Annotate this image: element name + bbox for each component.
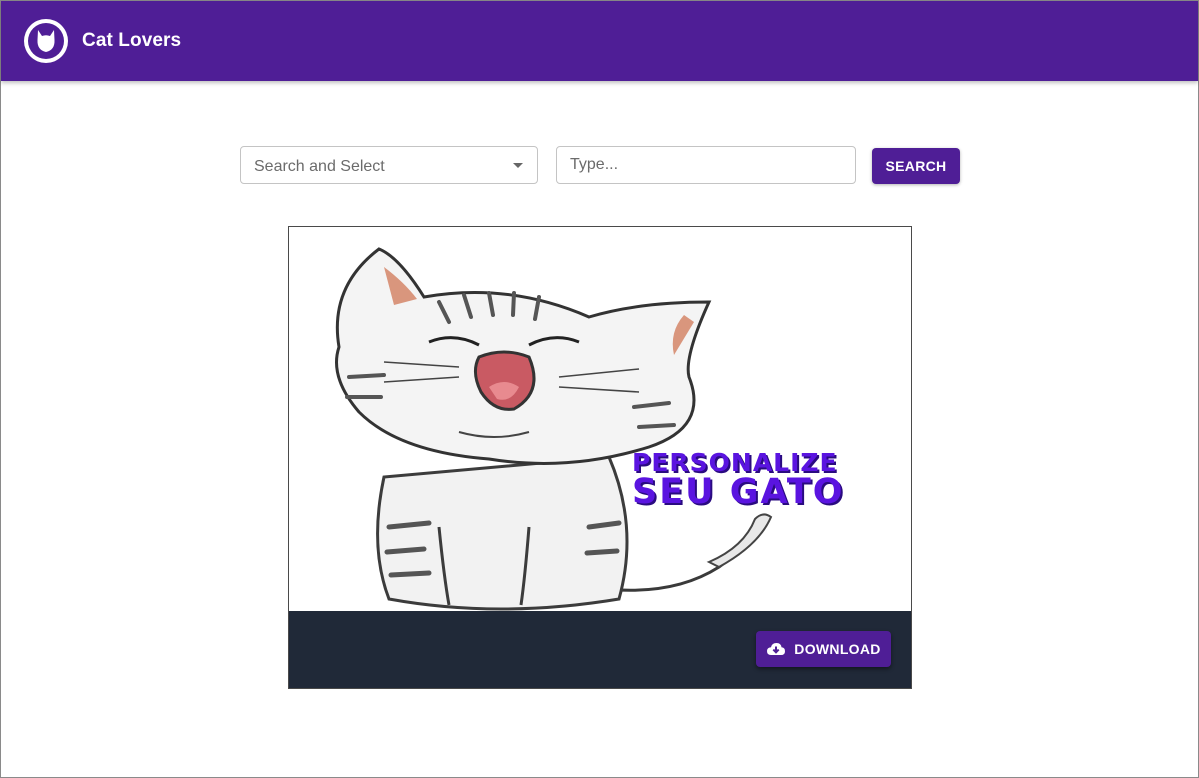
app-title: Cat Lovers xyxy=(82,30,182,51)
download-button[interactable]: DOWNLOAD xyxy=(756,631,891,667)
cat-illustration-icon xyxy=(335,247,773,611)
download-label: DOWNLOAD xyxy=(794,641,881,657)
search-button[interactable]: SEARCH xyxy=(872,148,960,184)
card-footer: DOWNLOAD xyxy=(289,611,911,688)
cat-logo-icon[interactable] xyxy=(24,19,68,63)
cat-image: PERSONALIZE SEU GATO xyxy=(289,227,911,611)
overlay-line-2: SEU GATO xyxy=(632,472,845,512)
cat-card: PERSONALIZE SEU GATO DOWNLOAD xyxy=(288,226,912,689)
app-bar: Cat Lovers xyxy=(1,1,1198,81)
chevron-down-icon[interactable] xyxy=(513,163,523,168)
search-input[interactable] xyxy=(556,146,856,184)
cloud-download-icon xyxy=(767,643,786,655)
breed-select[interactable]: Search and Select xyxy=(240,146,538,184)
breed-select-placeholder: Search and Select xyxy=(254,158,385,175)
